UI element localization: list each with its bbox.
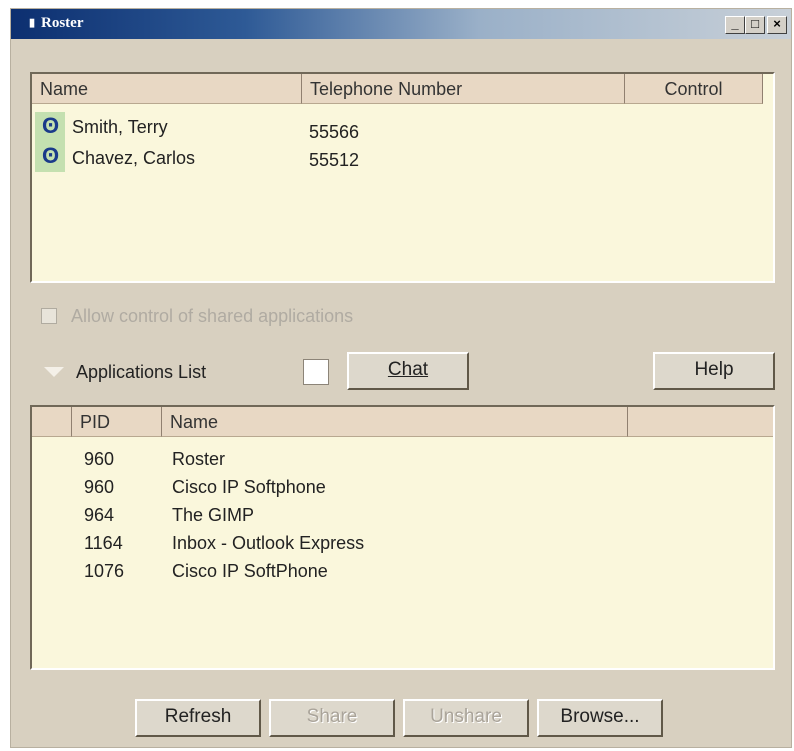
column-header-pid[interactable]: PID xyxy=(72,407,162,437)
roster-window: ▮ Roster _ □ × Name Telephone Number Con… xyxy=(10,8,792,748)
headset-icon: ʘ xyxy=(35,112,65,142)
unshare-button[interactable]: Unshare xyxy=(403,699,529,737)
applications-list[interactable]: PID Name 960 Roster 960 Cisco IP Softpho… xyxy=(30,405,775,670)
minimize-button[interactable]: _ xyxy=(725,16,745,34)
app-row-name[interactable]: Cisco IP SoftPhone xyxy=(172,561,328,582)
column-header-blank xyxy=(32,407,72,437)
app-row-pid: 960 xyxy=(84,449,115,469)
column-header-control[interactable]: Control xyxy=(625,74,763,104)
chat-button[interactable]: Chat xyxy=(347,352,469,390)
allow-control-checkbox[interactable] xyxy=(41,308,57,324)
collapse-triangle-icon[interactable] xyxy=(44,367,64,377)
share-button[interactable]: Share xyxy=(269,699,395,737)
column-header-name[interactable]: Name xyxy=(32,74,302,104)
roster-row-phone: 55566 xyxy=(309,122,360,142)
app-icon: ▮ xyxy=(29,17,36,29)
roster-row-phone: 55512 xyxy=(309,150,360,170)
help-button[interactable]: Help xyxy=(653,352,775,390)
roster-list[interactable]: Name Telephone Number Control ʘ Smith, T… xyxy=(30,72,775,283)
app-row-pid: 1164 xyxy=(84,533,123,553)
app-row-name[interactable]: Cisco IP Softphone xyxy=(172,477,326,498)
app-row-pid: 964 xyxy=(84,505,115,525)
column-header-app-name[interactable]: Name xyxy=(162,407,628,437)
maximize-button[interactable]: □ xyxy=(745,16,765,34)
browse-button[interactable]: Browse... xyxy=(537,699,663,737)
column-header-telephone[interactable]: Telephone Number xyxy=(302,74,625,104)
window-title: Roster xyxy=(41,15,84,31)
title-bar[interactable]: ▮ Roster _ □ × xyxy=(11,9,791,39)
headset-icon: ʘ xyxy=(35,142,65,172)
refresh-button[interactable]: Refresh xyxy=(135,699,261,737)
app-row-pid: 960 xyxy=(84,477,115,497)
roster-row-name[interactable]: Smith, Terry xyxy=(72,117,168,138)
close-button[interactable]: × xyxy=(767,16,787,34)
allow-control-label: Allow control of shared applications xyxy=(71,306,354,326)
roster-row-name[interactable]: Chavez, Carlos xyxy=(72,148,195,169)
app-row-name[interactable]: The GIMP xyxy=(172,505,254,526)
applications-list-label: Applications List xyxy=(76,362,207,382)
applications-checkbox[interactable] xyxy=(303,359,329,385)
app-row-name[interactable]: Roster xyxy=(172,449,225,470)
column-header-extra xyxy=(628,407,773,437)
app-row-name[interactable]: Inbox - Outlook Express xyxy=(172,533,364,554)
app-row-pid: 1076 xyxy=(84,561,125,581)
